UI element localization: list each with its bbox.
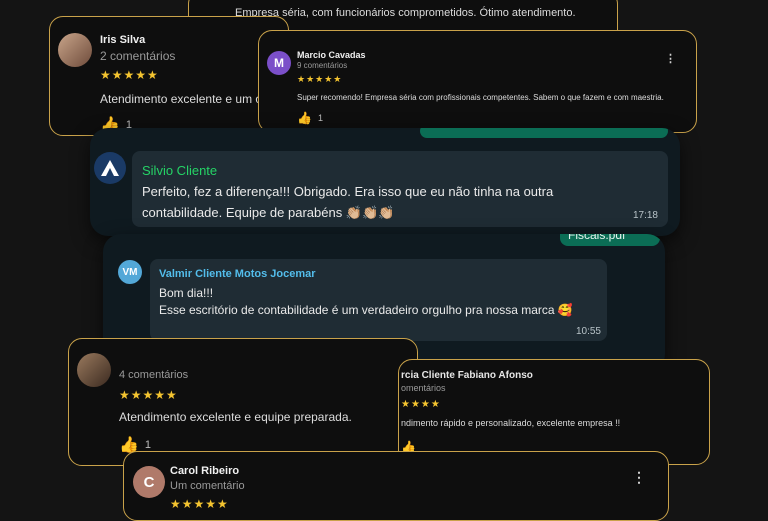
avatar-initials: VM (122, 266, 138, 278)
rating-stars: ★★★★★ (100, 68, 159, 82)
review-card-iris: Iris Silva 2 comentários ★★★★★ Atendimen… (49, 16, 289, 136)
rating-stars: ★★★★ (401, 399, 441, 410)
avatar: C (133, 466, 165, 498)
review-card-carol: C Carol Ribeiro Um comentário ★★★★★ ⋮ (123, 451, 669, 521)
chat-panel-silvio: Silvio Cliente Perfeito, fez a diferença… (90, 128, 680, 236)
review-card-bottom-right: rcia Cliente Fabiano Afonso omentários ★… (398, 359, 710, 465)
sender-name: Valmir Cliente Motos Jocemar (159, 268, 316, 280)
like-button[interactable]: 👍 1 (297, 111, 323, 125)
avatar-initial: C (143, 473, 155, 491)
thumbs-up-icon: 👍 (297, 111, 312, 125)
more-options-icon[interactable]: ⋮ (632, 469, 646, 486)
review-text: Atendimento excelente e equipe preparada… (119, 410, 352, 424)
review-count: omentários (401, 383, 446, 393)
review-count: 4 comentários (119, 369, 189, 381)
message-line-1: Perfeito, fez a diferença!!! Obrigado. E… (142, 184, 554, 199)
message-line-1: Bom dia!!! (159, 286, 214, 300)
review-count: 9 comentários (297, 61, 348, 70)
message-bubble: Valmir Cliente Motos Jocemar Bom dia!!! … (150, 259, 607, 341)
sender-name: Silvio Cliente (142, 163, 218, 178)
review-card-bottom-left: 4 comentários ★★★★★ Atendimento excelent… (68, 338, 418, 466)
more-options-icon[interactable]: ⋮ (665, 52, 676, 65)
avatar: VM (118, 260, 142, 284)
reviewer-name: Carol Ribeiro (170, 465, 240, 477)
rating-stars: ★★★★★ (119, 388, 178, 402)
sent-message-strip (420, 128, 668, 138)
reviewer-name: rcia Cliente Fabiano Afonso (401, 370, 533, 381)
rating-stars: ★★★★★ (170, 497, 229, 511)
review-text: Super recomendo! Empresa séria com profi… (297, 93, 664, 102)
avatar-initial: M (274, 56, 284, 70)
rating-stars: ★★★★★ (297, 74, 343, 84)
attachment-name: Fiscais.pdf (568, 234, 626, 242)
reviewer-name: Marcio Cavadas (297, 50, 366, 60)
company-logo-icon (94, 152, 126, 184)
message-time: 10:55 (575, 326, 601, 337)
attachment-message[interactable]: Fiscais.pdf (560, 234, 660, 246)
review-text: ndimento rápido e personalizado, excelen… (401, 418, 621, 428)
review-text: Atendimento excelente e um ót (100, 92, 266, 106)
review-text: Empresa séria, com funcionários comprome… (235, 7, 576, 19)
message-line-2: contabilidade. Equipe de parabéns 👏🏼👏🏼👏🏼 (142, 205, 395, 220)
reviewer-name: Iris Silva (100, 34, 146, 46)
review-count: Um comentário (170, 480, 245, 492)
message-time: 17:18 (632, 210, 658, 221)
like-count: 1 (144, 438, 152, 451)
like-count: 1 (317, 113, 323, 123)
avatar: M (267, 51, 291, 75)
avatar (77, 353, 111, 387)
message-line-2: Esse escritório de contabilidade é um ve… (159, 303, 573, 317)
review-card-marcio: M Marcio Cavadas 9 comentários ★★★★★ ⋮ S… (258, 30, 697, 133)
avatar (58, 33, 92, 67)
message-bubble: Silvio Cliente Perfeito, fez a diferença… (132, 151, 668, 227)
review-count: 2 comentários (100, 49, 176, 63)
